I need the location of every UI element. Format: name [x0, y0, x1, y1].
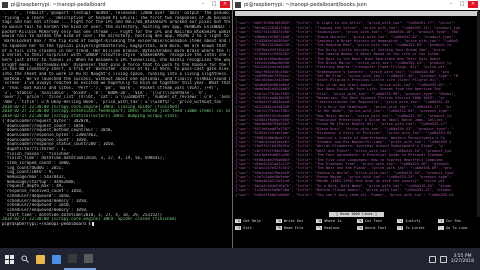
start-button[interactable]: [0, 248, 18, 270]
shortcut-label: Where Is: [324, 219, 342, 223]
window-controls: – □ ×: [198, 1, 230, 8]
shortcut-label: Uncut Text: [364, 226, 387, 230]
system-tray: 3:55 PM 2/27/2018: [428, 254, 480, 265]
shortcut-label: Get Help: [243, 219, 261, 223]
shortcut-key: ^C: [437, 219, 444, 223]
terminal-line: pi@raspberrypi:~/nanopi-pedalboard $: [2, 221, 230, 227]
shortcut-item: ^\ Replace: [316, 225, 357, 231]
shortcut-key: ^\: [316, 226, 323, 230]
shortcut-key: ^X: [235, 226, 242, 230]
shortcut-key: ^R: [275, 226, 282, 230]
browser-icon: [51, 254, 61, 264]
shortcut-key: ^_: [437, 226, 444, 230]
nano-shortcut-bar: ^G Get Help ^O Write Out ^W Where Is ^K Cut Tex…: [235, 218, 478, 244]
clock-date: 2/27/2018: [450, 259, 474, 264]
shortcut-label: Read File: [283, 226, 304, 230]
editor-line: {"upc": "2d3e4f5a6b7c8d9e", "title": "Yo…: [235, 192, 454, 197]
terminal-icon: [2, 2, 8, 8]
shortcut-key: ^G: [235, 219, 242, 223]
taskbar-app-terminal-2[interactable]: [80, 248, 96, 270]
editor-line: {"upc": "1c2d3e4f5a6b7c8d", "title": "Be…: [235, 188, 452, 193]
editor-line: {"upc": "feb7cc7701ecf901", "title": "In…: [235, 109, 452, 114]
window-controls: – □ ×: [446, 1, 478, 8]
taskbar-app-file-explorer[interactable]: [32, 248, 48, 270]
shortcut-item: ^X Exit: [235, 225, 276, 231]
shortcut-item: ^O Write Out: [275, 218, 317, 224]
search-icon: [21, 255, 29, 263]
right-terminal-window[interactable]: pi@raspberrypi: ~/nanopi-pedalboard/book…: [233, 0, 480, 248]
terminal-cursor: [91, 221, 94, 226]
shortcut-item: ^C Cur Pos: [437, 218, 479, 224]
shortcut-key: ^U: [356, 226, 363, 230]
terminal-2-icon: [83, 253, 93, 263]
shortcut-key: ^O: [275, 219, 282, 223]
nano-editor-text[interactable]: [{"upc": "a897fe39b1053632", "title": "A…: [235, 17, 478, 207]
close-button[interactable]: ×: [220, 1, 230, 8]
editor-line: {"upc": "51653ef291ab7ddc", "title": "Bi…: [235, 131, 452, 136]
editor-line: {"upc": "6957f44c3847a760", "title": "So…: [235, 30, 458, 35]
taskbar-app-browser[interactable]: [48, 248, 64, 270]
shortcut-key: ^J: [397, 219, 404, 223]
shortcut-item: ^K Cut Text: [356, 218, 398, 224]
shortcut-label: Justify: [405, 219, 421, 223]
shortcut-item: ^U Uncut Text: [356, 225, 398, 231]
taskbar: 3:55 PM 2/27/2018: [0, 248, 480, 270]
editor-line: {"upc": "a1e1b5e54b8fcd40", "title": "Th…: [235, 153, 443, 158]
terminal-icon: [235, 2, 241, 8]
shortcut-item: ^J Justify: [397, 218, 438, 224]
volume-icon[interactable]: [439, 255, 447, 263]
clock[interactable]: 3:55 PM 2/27/2018: [451, 254, 474, 265]
shortcut-item: ^G Get Help: [235, 218, 276, 224]
shortcut-label: Cut Text: [364, 219, 383, 223]
left-terminal-output[interactable]: '. '/', 'rebuilt','@import '{setup} 'SER…: [0, 10, 232, 248]
maximize-button[interactable]: □: [457, 1, 467, 8]
shortcut-label: Cur Pos: [445, 219, 461, 223]
search-button[interactable]: [18, 248, 32, 270]
shortcut-item: ^T To Linter: [397, 225, 438, 231]
minimize-button[interactable]: –: [446, 1, 456, 8]
file-explorer-icon: [35, 254, 45, 264]
left-terminal-window[interactable]: pi@raspberrypi: ~/nanopi-pedalboard – □ …: [0, 0, 232, 248]
left-window-title: pi@raspberrypi: ~/nanopi-pedalboard: [11, 2, 106, 8]
shortcut-label: Write Out: [283, 219, 304, 223]
shortcut-key: ^T: [397, 226, 404, 230]
shortcut-item: ^R Read File: [275, 225, 317, 231]
shortcut-label: To Linter: [405, 226, 425, 230]
shortcut-item: ^W Where Is: [316, 218, 357, 224]
nano-header-bar: [235, 11, 478, 16]
left-terminal-titlebar[interactable]: pi@raspberrypi: ~/nanopi-pedalboard – □ …: [0, 0, 232, 10]
right-terminal-titlebar[interactable]: pi@raspberrypi: ~/nanopi-pedalboard/book…: [233, 0, 480, 10]
minimize-button[interactable]: –: [198, 1, 208, 8]
shortcut-key: ^K: [356, 219, 363, 223]
shortcut-label: Exit: [243, 226, 252, 230]
right-window-title: pi@raspberrypi: ~/nanopi-pedalboard/book…: [244, 2, 367, 8]
shortcut-key: ^W: [316, 219, 323, 223]
maximize-button[interactable]: □: [209, 1, 219, 8]
taskbar-app-terminal-1[interactable]: [64, 248, 80, 270]
taskbar-apps: [32, 248, 96, 270]
nano-status-message: [ Read 1000 lines ]: [329, 212, 384, 217]
network-icon[interactable]: [428, 255, 436, 263]
terminal-1-icon: [67, 253, 77, 263]
shortcut-label: Go To Line: [445, 226, 468, 230]
shortcut-item: ^_ Go To Line: [437, 225, 479, 231]
close-button[interactable]: ×: [468, 1, 478, 8]
windows-logo-icon: [4, 254, 14, 264]
shortcut-label: Replace: [324, 226, 340, 230]
